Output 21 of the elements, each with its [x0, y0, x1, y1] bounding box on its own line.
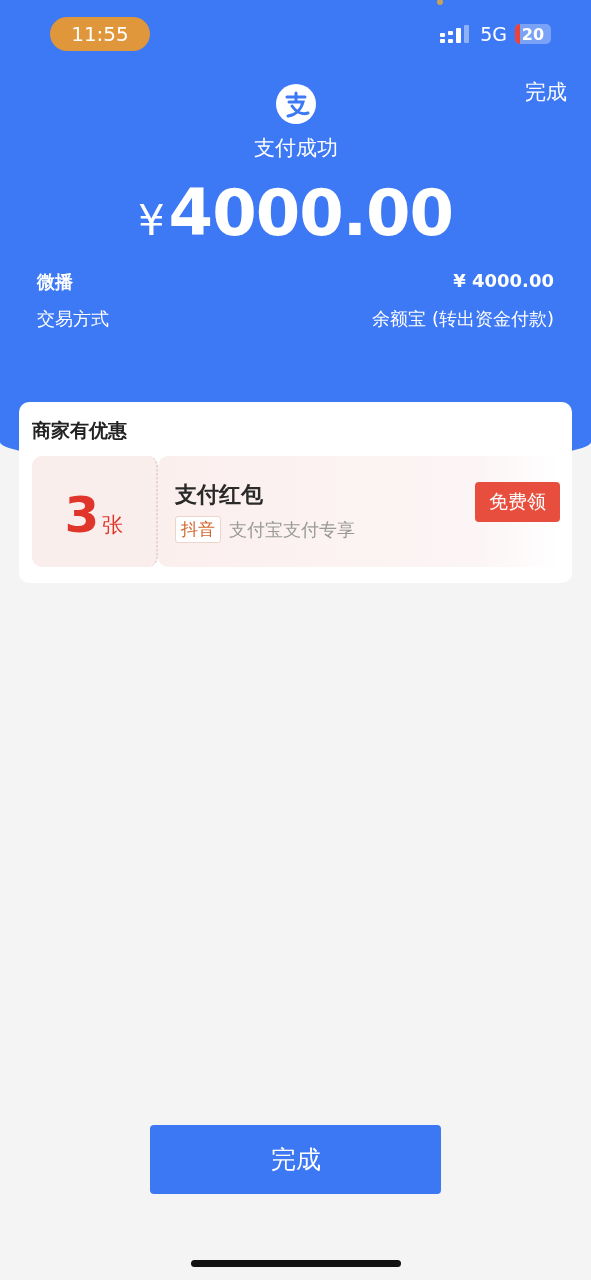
privacy-dot-icon: [437, 0, 444, 5]
payment-logo-icon: [275, 84, 316, 124]
coupon-description: 支付宝支付专享: [229, 517, 355, 542]
coupon-unit: 张: [102, 512, 124, 539]
currency-symbol: ¥: [137, 196, 165, 245]
status-time: 11:55: [50, 17, 150, 51]
detail-value: 余额宝 (转出资金付款): [372, 307, 554, 331]
done-button[interactable]: 完成: [150, 1125, 441, 1194]
coupon-name: 支付红包: [175, 481, 263, 509]
done-link[interactable]: 完成: [525, 78, 567, 106]
merchant-tag: 抖音: [175, 516, 221, 543]
payment-amount: 4000.00: [168, 176, 454, 250]
detail-value: ¥ 4000.00: [453, 270, 554, 293]
battery-icon: 20: [515, 24, 551, 44]
detail-label: 交易方式: [37, 307, 109, 331]
network-label: 5G: [480, 23, 507, 45]
coupon-count: 3: [64, 486, 100, 544]
offer-card-title: 商家有优惠: [32, 418, 127, 443]
claim-button[interactable]: 免费领: [475, 481, 560, 522]
payment-status-title: 支付成功: [253, 135, 338, 162]
detail-label: 微播: [37, 270, 73, 294]
